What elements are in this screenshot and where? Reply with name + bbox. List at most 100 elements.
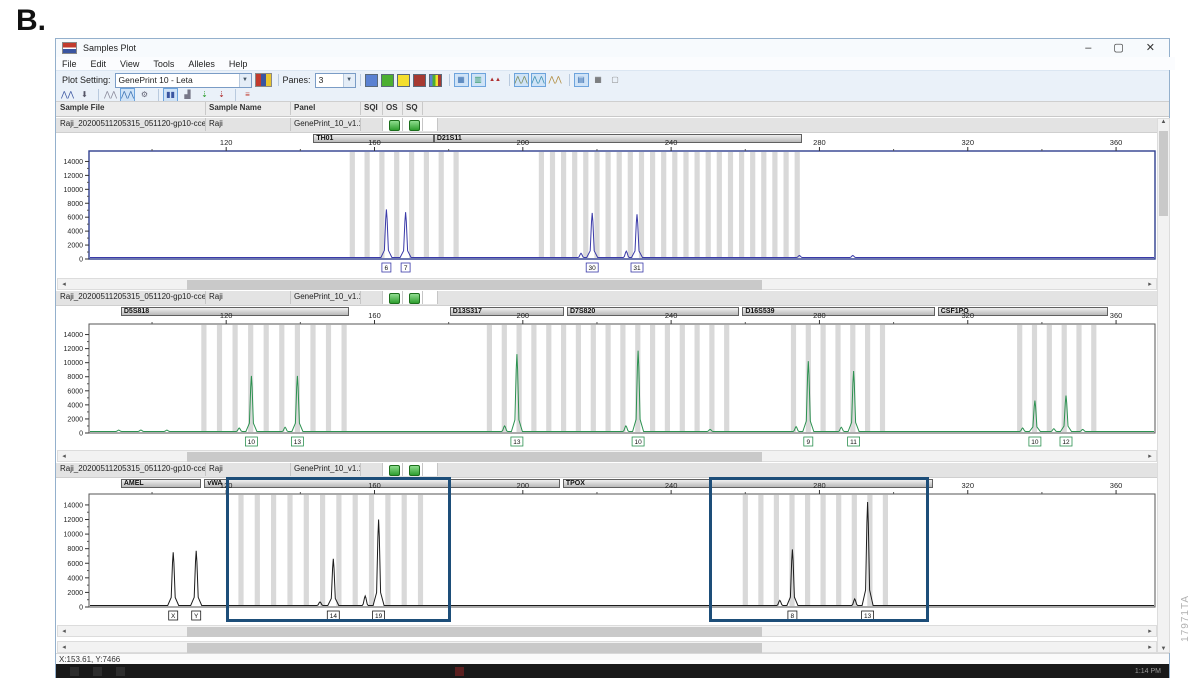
bottom-horizontal-scrollbar[interactable]: ◂ ▸ (57, 641, 1157, 653)
allele-call-labels[interactable]: 101313109111012 (245, 437, 1072, 446)
vertical-scroll-thumb[interactable] (1159, 131, 1168, 216)
horizontal-scroll-thumb[interactable] (187, 452, 762, 462)
electropherogram-plot[interactable]: 1201602002402803203600200040006000800010… (56, 134, 1169, 276)
scroll-right-arrow-icon[interactable]: ▸ (1144, 452, 1156, 460)
scroll-left-arrow-icon[interactable]: ◂ (58, 627, 70, 635)
plot-setting-select[interactable]: GenePrint 10 - Leta ▼ (115, 73, 252, 88)
sample-name-cell[interactable]: Raji (206, 291, 291, 304)
sample-file-cell[interactable]: Raji_20200511205315_051120-gp10-cce1-cla… (57, 118, 206, 131)
sample-row[interactable]: Raji_20200511205315_051120-gp10-cce1-cla… (56, 463, 1169, 478)
scroll-down-arrow-icon[interactable]: ▼ (1158, 646, 1169, 652)
full-view-icon-button[interactable]: ⋀⋀ (60, 88, 75, 102)
panel-cell[interactable]: GenePrint_10_v1.1 (291, 291, 361, 304)
blank-cell (423, 291, 438, 304)
scroll-down-icon-button[interactable]: ⬇ (77, 88, 92, 102)
svg-text:14000: 14000 (64, 159, 84, 166)
sample-name-cell[interactable]: Raji (206, 118, 291, 131)
dye-all-button[interactable] (429, 74, 442, 87)
pane-horizontal-scrollbar[interactable]: ◂▸ (57, 450, 1157, 462)
scroll-right-arrow-icon[interactable]: ▸ (1144, 280, 1156, 288)
dye-yellow-button[interactable] (397, 74, 410, 87)
svg-text:12: 12 (1062, 439, 1070, 446)
threshold-lines-icon-button[interactable]: ≡ (240, 88, 255, 102)
taskbar-icon[interactable] (93, 667, 102, 676)
scroll-right-arrow-icon[interactable]: ▸ (1144, 627, 1156, 635)
dye-red-button[interactable] (413, 74, 426, 87)
report-icon-button[interactable]: ▢ (608, 73, 623, 87)
sample-name-cell[interactable]: Raji (206, 463, 291, 476)
horizontal-scroll-thumb[interactable] (187, 280, 762, 290)
column-header-sq[interactable]: SQ (403, 102, 423, 115)
svg-text:320: 320 (961, 481, 974, 490)
sample-file-cell[interactable]: Raji_20200511205315_051120-gp10-cce1-cla… (57, 463, 206, 476)
zoom-reset-icon-button[interactable]: ⚙ (137, 88, 152, 102)
horizontal-scroll-thumb[interactable] (187, 627, 762, 637)
tile-panes-icon-button[interactable]: ▦ (454, 73, 469, 87)
toolbar-plot: ⋀⋀ ⬇ ⋀⋀ ⋀⋀ ⚙ ▮▮ ▟ ⇣ ⇣ ≡ (56, 88, 1169, 101)
column-header-sample-file[interactable]: Sample File (57, 102, 206, 115)
taskbar-icon[interactable] (116, 667, 125, 676)
pane-horizontal-scrollbar[interactable]: ◂▸ (57, 625, 1157, 637)
pane-horizontal-scrollbar[interactable]: ◂▸ (57, 278, 1157, 290)
genotypes-table-icon-button[interactable]: ▤ (574, 73, 589, 87)
taskbar-icon[interactable] (455, 667, 464, 676)
sample-row[interactable]: Raji_20200511205315_051120-gp10-cce1-cla… (56, 118, 1169, 133)
svg-text:240: 240 (665, 138, 678, 147)
sample-file-cell[interactable]: Raji_20200511205315_051120-gp10-cce1-cla… (57, 291, 206, 304)
dye-green-button[interactable] (381, 74, 394, 87)
zoom-y-icon-button[interactable]: ▮▮ (163, 88, 178, 102)
svg-text:4000: 4000 (67, 402, 83, 409)
svg-text:30: 30 (589, 265, 597, 272)
svg-text:10000: 10000 (64, 532, 84, 539)
close-button[interactable]: ✕ (1146, 43, 1155, 53)
panel-cell[interactable]: GenePrint_10_v1.1 (291, 463, 361, 476)
peaks-icon-button[interactable]: ▲▲ (488, 73, 503, 87)
taskbar-icon[interactable] (70, 667, 79, 676)
scroll-left-arrow-icon[interactable]: ◂ (58, 643, 70, 651)
scroll-left-arrow-icon[interactable]: ◂ (58, 280, 70, 288)
title-bar[interactable]: Samples Plot – ▢ ✕ (56, 39, 1169, 58)
vertical-scrollbar[interactable]: ▲ ▼ (1157, 118, 1170, 653)
scroll-up-arrow-icon[interactable]: ▲ (1158, 119, 1169, 125)
raw-spectrum-icon-button[interactable]: ⋀⋀ (514, 73, 529, 87)
confirm-allele-icon-button[interactable]: ⇣ (197, 88, 212, 102)
electropherogram-plot[interactable]: 1201602002402803203600200040006000800010… (56, 477, 1169, 624)
menu-item-file[interactable]: File (62, 59, 77, 69)
panes-select[interactable]: 3 ▼ (315, 73, 356, 88)
menu-item-view[interactable]: View (120, 59, 139, 69)
scroll-left-arrow-icon[interactable]: ◂ (58, 452, 70, 460)
delete-allele-icon-button[interactable]: ⇣ (214, 88, 229, 102)
column-header-os[interactable]: OS (383, 102, 403, 115)
analyzed-spectrum-icon-button[interactable]: ⋀⋀ (531, 73, 546, 87)
svg-text:6000: 6000 (67, 215, 83, 222)
column-header-panel[interactable]: Panel (291, 102, 361, 115)
minimize-button[interactable]: – (1085, 43, 1091, 53)
scroll-right-arrow-icon[interactable]: ▸ (1144, 643, 1156, 651)
menu-item-alleles[interactable]: Alleles (188, 59, 215, 69)
plot-setting-editor-icon-button[interactable] (255, 73, 272, 87)
zoom-y-fit-icon-button[interactable]: ▟ (180, 88, 195, 102)
figure-label: B. (16, 4, 46, 38)
svg-text:0: 0 (79, 605, 83, 612)
electropherogram-plot[interactable]: 1201602002402803203600200040006000800010… (56, 307, 1169, 450)
combined-spectrum-icon-button[interactable]: ⋀⋀ (548, 73, 563, 87)
menu-item-help[interactable]: Help (229, 59, 248, 69)
menu-bar: File Edit View Tools Alleles Help (56, 57, 1175, 70)
column-header-sqi[interactable]: SQI (361, 102, 383, 115)
horizontal-scroll-thumb[interactable] (187, 643, 762, 653)
maximize-button[interactable]: ▢ (1113, 43, 1123, 53)
zoom-x-selected-icon-button[interactable]: ⋀⋀ (120, 88, 135, 102)
sq-cell (403, 463, 423, 476)
svg-text:120: 120 (220, 138, 233, 147)
menu-item-edit[interactable]: Edit (91, 59, 107, 69)
allele-call-labels[interactable]: 673031 (382, 263, 643, 272)
dye-blue-button[interactable] (365, 74, 378, 87)
panel-cell[interactable]: GenePrint_10_v1.1 (291, 118, 361, 131)
menu-item-tools[interactable]: Tools (153, 59, 174, 69)
samples-table-icon-button[interactable]: ▦ (591, 73, 606, 87)
svg-text:120: 120 (220, 311, 233, 320)
sample-row[interactable]: Raji_20200511205315_051120-gp10-cce1-cla… (56, 291, 1169, 306)
overlay-panes-icon-button[interactable]: ▥ (471, 73, 486, 87)
column-header-sample-name[interactable]: Sample Name (206, 102, 291, 115)
zoom-x-icon-button[interactable]: ⋀⋀ (103, 88, 118, 102)
